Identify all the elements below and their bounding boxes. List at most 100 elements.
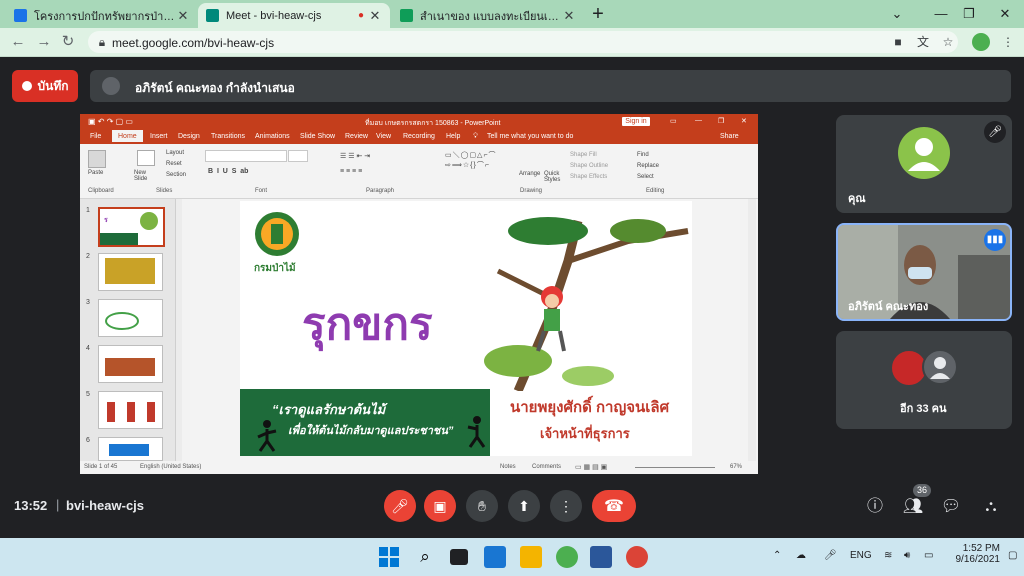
tab-review[interactable]: Review (345, 133, 368, 140)
tab-file[interactable]: File (90, 133, 101, 140)
camera-toggle-button[interactable]: ▣ (424, 490, 456, 522)
profile-avatar[interactable] (972, 33, 990, 51)
chrome-icon[interactable] (556, 546, 578, 568)
comments-button[interactable]: Comments (532, 464, 561, 470)
slide-thumbnail-5[interactable] (98, 391, 163, 429)
word-icon[interactable] (590, 546, 612, 568)
slide-thumbnail-3[interactable] (98, 299, 163, 337)
list-icon[interactable]: ☰ ☰ ⇤ ⇥ (340, 152, 370, 160)
raise-hand-button[interactable]: ✋︎ (466, 490, 498, 522)
camera-icon[interactable]: ■ (890, 35, 906, 49)
onedrive-icon[interactable]: ☁ (796, 550, 806, 561)
browser-tab-form[interactable]: สำเนาของ แบบลงทะเบียนเข้าร่วมกิจกร ✕ (392, 3, 584, 28)
slide-thumbnail-6[interactable] (98, 437, 163, 461)
thumb-scrollbar[interactable] (176, 199, 182, 461)
close-window-icon[interactable]: ✕ (994, 4, 1016, 24)
meeting-info-icon[interactable]: ⓘ (864, 496, 886, 518)
shapes-gallery-icon-2[interactable]: ⇨⟹☆{}⌒⌐ (445, 160, 490, 170)
browser-tab-project[interactable]: โครงการปกปักทรัพยากรป่าตะเคียนทอง ✕ (6, 3, 198, 28)
arrange-button[interactable]: Arrange (519, 171, 540, 177)
microphone-icon[interactable]: 🎤︎ (824, 550, 837, 561)
menu-dots-icon[interactable]: ⋮ (1000, 35, 1016, 49)
tell-me-input[interactable]: Tell me what you want to do (487, 133, 573, 140)
volume-icon[interactable]: 🔊︎ (904, 550, 910, 561)
mic-toggle-button[interactable]: 🎤︎ (384, 490, 416, 522)
tab-design[interactable]: Design (178, 133, 200, 140)
close-tab-icon[interactable]: ✕ (368, 8, 382, 24)
zoom-level[interactable]: 67% (730, 464, 742, 470)
reload-icon[interactable]: ↻ (58, 32, 78, 52)
participant-tile-self[interactable]: 🎤︎ คุณ (836, 115, 1012, 213)
wifi-icon[interactable]: ≋ (884, 550, 892, 561)
widgets-icon[interactable] (484, 546, 506, 568)
view-buttons-icon[interactable]: ▭ ▦ ▤ ▣ (575, 463, 607, 471)
minimize-icon[interactable]: — (930, 4, 952, 24)
sign-in-button[interactable]: Sign in (622, 117, 650, 126)
shape-effects-button[interactable]: Shape Effects (570, 174, 607, 180)
tab-help[interactable]: Help (446, 133, 460, 140)
slide-thumbnail-1[interactable]: ร (98, 207, 165, 247)
language-indicator[interactable]: English (United States) (140, 464, 201, 470)
participant-tile-others[interactable]: อีก 33 คน (836, 331, 1012, 429)
close-tab-icon[interactable]: ✕ (562, 8, 576, 24)
ribbon-options-icon[interactable]: ▭ (670, 117, 677, 125)
restore-icon[interactable]: ❐ (718, 117, 724, 125)
end-call-button[interactable]: ☎︎ (592, 490, 636, 522)
tab-slide-show[interactable]: Slide Show (300, 133, 335, 140)
bookmark-star-icon[interactable]: ☆ (940, 35, 956, 49)
tab-search-icon[interactable]: ⌄ (886, 4, 908, 24)
record-button[interactable]: บันทึก (12, 70, 78, 102)
restore-icon[interactable]: ❐ (958, 4, 980, 24)
slide-scrollbar[interactable] (748, 199, 756, 461)
language-indicator[interactable]: ENG (850, 550, 872, 561)
people-icon[interactable]: 👥︎ (902, 496, 924, 518)
replace-button[interactable]: Replace (637, 163, 659, 169)
align-icon[interactable]: ≡ ≡ ≡ ≡ (340, 168, 362, 175)
task-view-icon[interactable] (450, 549, 468, 565)
chrome-icon-2[interactable] (626, 546, 648, 568)
new-slide-button[interactable]: New Slide (134, 170, 158, 182)
notification-icon[interactable]: ▢ (1008, 550, 1017, 561)
chat-icon[interactable]: 💬︎ (940, 496, 962, 518)
minimize-icon[interactable]: — (695, 117, 702, 124)
shapes-gallery-icon[interactable]: ▭＼◯▢△⌐⌒ (445, 150, 497, 160)
notes-button[interactable]: Notes (500, 464, 516, 470)
windows-start-icon[interactable] (378, 546, 400, 568)
slide-canvas[interactable]: กรมป่าไม้ รุกขกร “เราดูแลรักษาต้นไม้ เพื… (240, 201, 692, 456)
font-size-select[interactable] (288, 150, 308, 162)
slide-thumbnail-4[interactable] (98, 345, 163, 383)
save-icon[interactable]: ▣ ↶ ↷ ▢ ▭ (88, 117, 133, 126)
select-button[interactable]: Select (637, 174, 654, 180)
search-icon[interactable]: ⌕ (414, 546, 436, 568)
reset-button[interactable]: Reset (166, 161, 182, 167)
back-icon[interactable]: ← (8, 32, 28, 52)
tray-chevron-icon[interactable]: ⌃ (773, 550, 781, 561)
tab-transitions[interactable]: Transitions (211, 133, 245, 140)
shape-fill-button[interactable]: Shape Fill (570, 152, 597, 158)
close-icon[interactable]: ✕ (741, 117, 747, 125)
browser-tab-meet[interactable]: Meet - bvi-heaw-cjs ● ✕ (198, 3, 390, 28)
share-button[interactable]: Share (720, 133, 739, 140)
url-text[interactable]: meet.google.com/bvi-heaw-cjs (112, 36, 274, 50)
tab-home[interactable]: Home (112, 130, 143, 142)
tab-animations[interactable]: Animations (255, 133, 290, 140)
section-button[interactable]: Section (166, 172, 186, 178)
shape-outline-button[interactable]: Shape Outline (570, 163, 608, 169)
forward-icon[interactable]: → (34, 32, 54, 52)
participant-tile-presenter[interactable]: ▮▮▮ อภิรัตน์ คณะทอง (836, 223, 1012, 321)
paste-icon[interactable] (88, 150, 106, 168)
new-slide-icon[interactable] (137, 150, 155, 166)
tab-view[interactable]: View (376, 133, 391, 140)
new-tab-icon[interactable]: + (586, 2, 610, 26)
clock[interactable]: 1:52 PM 9/16/2021 (952, 543, 1001, 565)
find-button[interactable]: Find (637, 152, 649, 158)
bold-icon[interactable]: B I U S ab (208, 168, 248, 175)
layout-button[interactable]: Layout (166, 150, 184, 156)
battery-icon[interactable]: ▭ (924, 550, 933, 561)
slide-thumbnail-2[interactable] (98, 253, 163, 291)
present-button[interactable]: ⬆ (508, 490, 540, 522)
more-options-button[interactable]: ⋮ (550, 490, 582, 522)
lock-icon[interactable]: 🔒︎ (94, 35, 110, 49)
quick-styles-button[interactable]: Quick Styles (544, 171, 564, 183)
close-tab-icon[interactable]: ✕ (176, 8, 190, 24)
